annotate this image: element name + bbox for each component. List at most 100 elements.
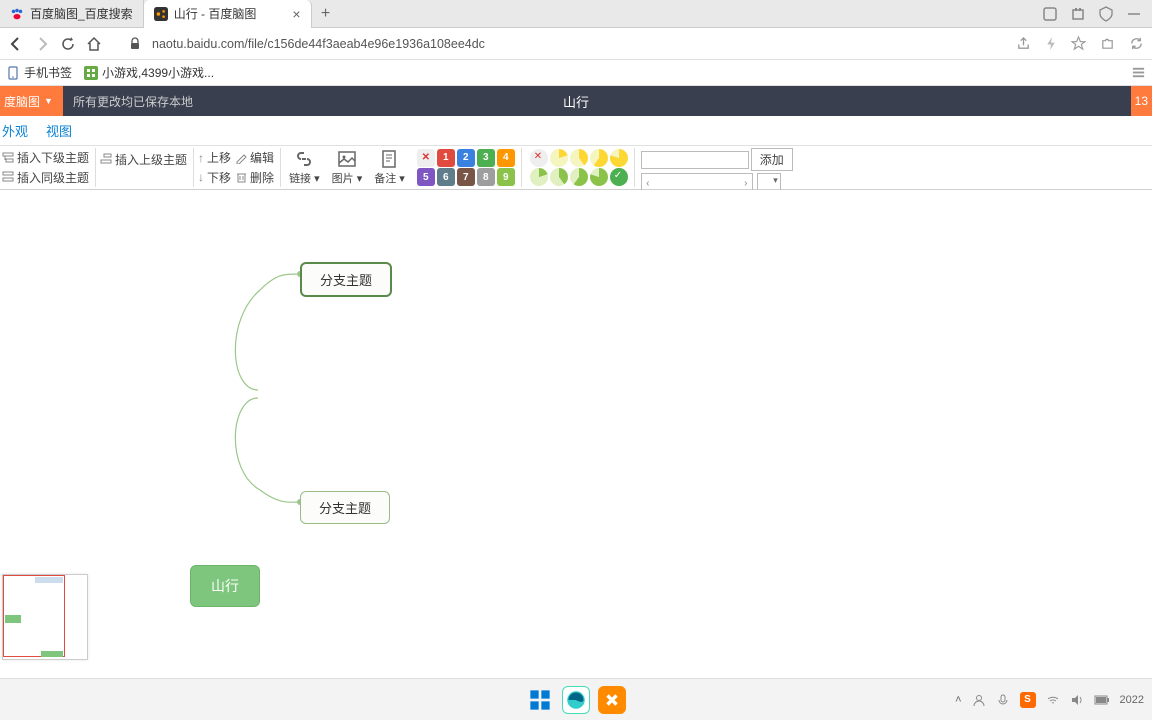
browser-tab[interactable]: 百度脑图_百度搜索	[0, 0, 144, 28]
tray-mic-icon[interactable]	[996, 693, 1010, 707]
reload-button[interactable]	[60, 36, 76, 52]
minimize-icon[interactable]	[1126, 6, 1142, 22]
minimap-node	[5, 615, 21, 623]
windows-taskbar: ˄ S 2022	[0, 678, 1152, 720]
bookmark-bar: 手机书签 小游戏,4399小游戏...	[0, 60, 1152, 86]
browser-tab-active[interactable]: 山行 - 百度脑图 ×	[144, 0, 312, 28]
minimap-node	[35, 577, 63, 583]
priority-6[interactable]: 6	[437, 168, 455, 186]
progress-clear[interactable]	[530, 149, 548, 167]
address-bar: naotu.baidu.com/file/c156de44f3aeab4e96e…	[0, 28, 1152, 60]
caret-down-icon: ▼	[44, 96, 53, 106]
bookmark-item[interactable]: 小游戏,4399小游戏...	[84, 64, 214, 81]
bolt-icon[interactable]	[1045, 36, 1057, 51]
naotu-icon	[154, 7, 168, 21]
save-status: 所有更改均已保存本地	[63, 93, 203, 110]
mindmap-canvas[interactable]: 山行 分支主题 分支主题	[0, 190, 1152, 678]
star-icon[interactable]	[1071, 36, 1086, 51]
branch-node-selected[interactable]: 分支主题	[300, 262, 392, 297]
branch-node[interactable]: 分支主题	[300, 491, 390, 524]
progress-7[interactable]	[570, 168, 588, 186]
tray-volume-icon[interactable]	[1070, 693, 1084, 707]
tray-year: 2022	[1120, 694, 1144, 706]
delete-button[interactable]: 删除	[235, 168, 274, 186]
share-icon[interactable]	[1016, 36, 1031, 51]
insert-sibling-button[interactable]: 插入同级主题	[2, 168, 89, 186]
refresh-cw-icon[interactable]	[1129, 36, 1144, 51]
back-button[interactable]	[8, 36, 24, 52]
minimap[interactable]	[2, 574, 88, 660]
system-tray: ˄ S 2022	[955, 692, 1144, 708]
progress-done[interactable]	[610, 168, 628, 186]
home-button[interactable]	[86, 36, 102, 52]
tab-title: 百度脑图_百度搜索	[30, 5, 133, 22]
bookmark-item[interactable]: 手机书签	[6, 64, 72, 81]
add-button[interactable]: 添加	[751, 148, 793, 171]
image-button[interactable]: 图片 ▾	[326, 148, 369, 187]
priority-5[interactable]: 5	[417, 168, 435, 186]
edit-button[interactable]: 编辑	[235, 149, 274, 167]
resource-dropdown[interactable]	[757, 173, 781, 191]
link-button[interactable]: 链接 ▾	[283, 148, 326, 187]
bookmark-label: 小游戏,4399小游戏...	[102, 64, 214, 81]
note-button[interactable]: 备注 ▾	[368, 148, 411, 187]
puzzle-icon[interactable]	[1100, 36, 1115, 51]
move-up-button[interactable]: ↑上移	[198, 149, 231, 167]
shield-icon[interactable]	[1098, 6, 1114, 22]
progress-row-1	[530, 149, 628, 167]
progress-3[interactable]	[590, 149, 608, 167]
priority-9[interactable]: 9	[497, 168, 515, 186]
new-tab-button[interactable]: +	[312, 5, 340, 23]
progress-2[interactable]	[570, 149, 588, 167]
connector-lines	[0, 190, 1152, 678]
insert-child-button[interactable]: 插入下级主题	[2, 149, 89, 167]
tray-chevron-icon[interactable]: ˄	[955, 694, 961, 706]
progress-1[interactable]	[550, 149, 568, 167]
progress-5[interactable]	[530, 168, 548, 186]
priority-1[interactable]: 1	[437, 149, 455, 167]
tray-people-icon[interactable]	[972, 693, 986, 707]
brand-menu[interactable]: 度脑图 ▼	[0, 86, 63, 116]
window-control-icon[interactable]	[1042, 6, 1058, 22]
priority-3[interactable]: 3	[477, 149, 495, 167]
sub-menu-bar: 外观 视图	[0, 116, 1152, 146]
bookmark-label: 手机书签	[24, 64, 72, 81]
progress-4[interactable]	[610, 149, 628, 167]
progress-8[interactable]	[590, 168, 608, 186]
url-text[interactable]: naotu.baidu.com/file/c156de44f3aeab4e96e…	[152, 37, 485, 51]
tray-sogou-icon[interactable]: S	[1020, 692, 1036, 708]
priority-8[interactable]: 8	[477, 168, 495, 186]
mobile-icon	[6, 66, 20, 80]
tray-wifi-icon[interactable]	[1046, 693, 1060, 707]
app-icon[interactable]	[598, 686, 626, 714]
priority-7[interactable]: 7	[457, 168, 475, 186]
menu-view[interactable]: 视图	[46, 121, 72, 140]
document-title[interactable]: 山行	[563, 92, 589, 111]
arrow-up-icon: ↑	[198, 151, 204, 165]
menu-appearance[interactable]: 外观	[2, 121, 28, 140]
priority-clear[interactable]: ✕	[417, 149, 435, 167]
resource-input[interactable]	[641, 151, 749, 169]
bookmark-more-icon[interactable]	[1131, 65, 1146, 80]
forward-button[interactable]	[34, 36, 50, 52]
lock-icon[interactable]	[128, 37, 142, 51]
image-icon	[337, 149, 357, 169]
start-button[interactable]	[526, 686, 554, 714]
priority-2[interactable]: 2	[457, 149, 475, 167]
progress-6[interactable]	[550, 168, 568, 186]
priority-row-2: 5 6 7 8 9	[417, 168, 515, 186]
tray-battery-icon[interactable]	[1094, 694, 1110, 706]
insert-parent-button[interactable]: 插入上级主题	[100, 150, 187, 168]
browser-tab-bar: 百度脑图_百度搜索 山行 - 百度脑图 × +	[0, 0, 1152, 28]
priority-row-1: ✕ 1 2 3 4	[417, 149, 515, 167]
tab-title: 山行 - 百度脑图	[174, 5, 257, 22]
game-icon	[84, 66, 98, 80]
priority-4[interactable]: 4	[497, 149, 515, 167]
extension-icon[interactable]	[1070, 6, 1086, 22]
close-tab-icon[interactable]: ×	[292, 6, 300, 22]
root-node[interactable]: 山行	[190, 565, 260, 607]
notification-counter[interactable]: 13	[1131, 86, 1152, 116]
move-down-button[interactable]: ↓下移	[198, 168, 231, 186]
edge-icon[interactable]	[562, 686, 590, 714]
brand-label: 度脑图	[4, 93, 40, 110]
